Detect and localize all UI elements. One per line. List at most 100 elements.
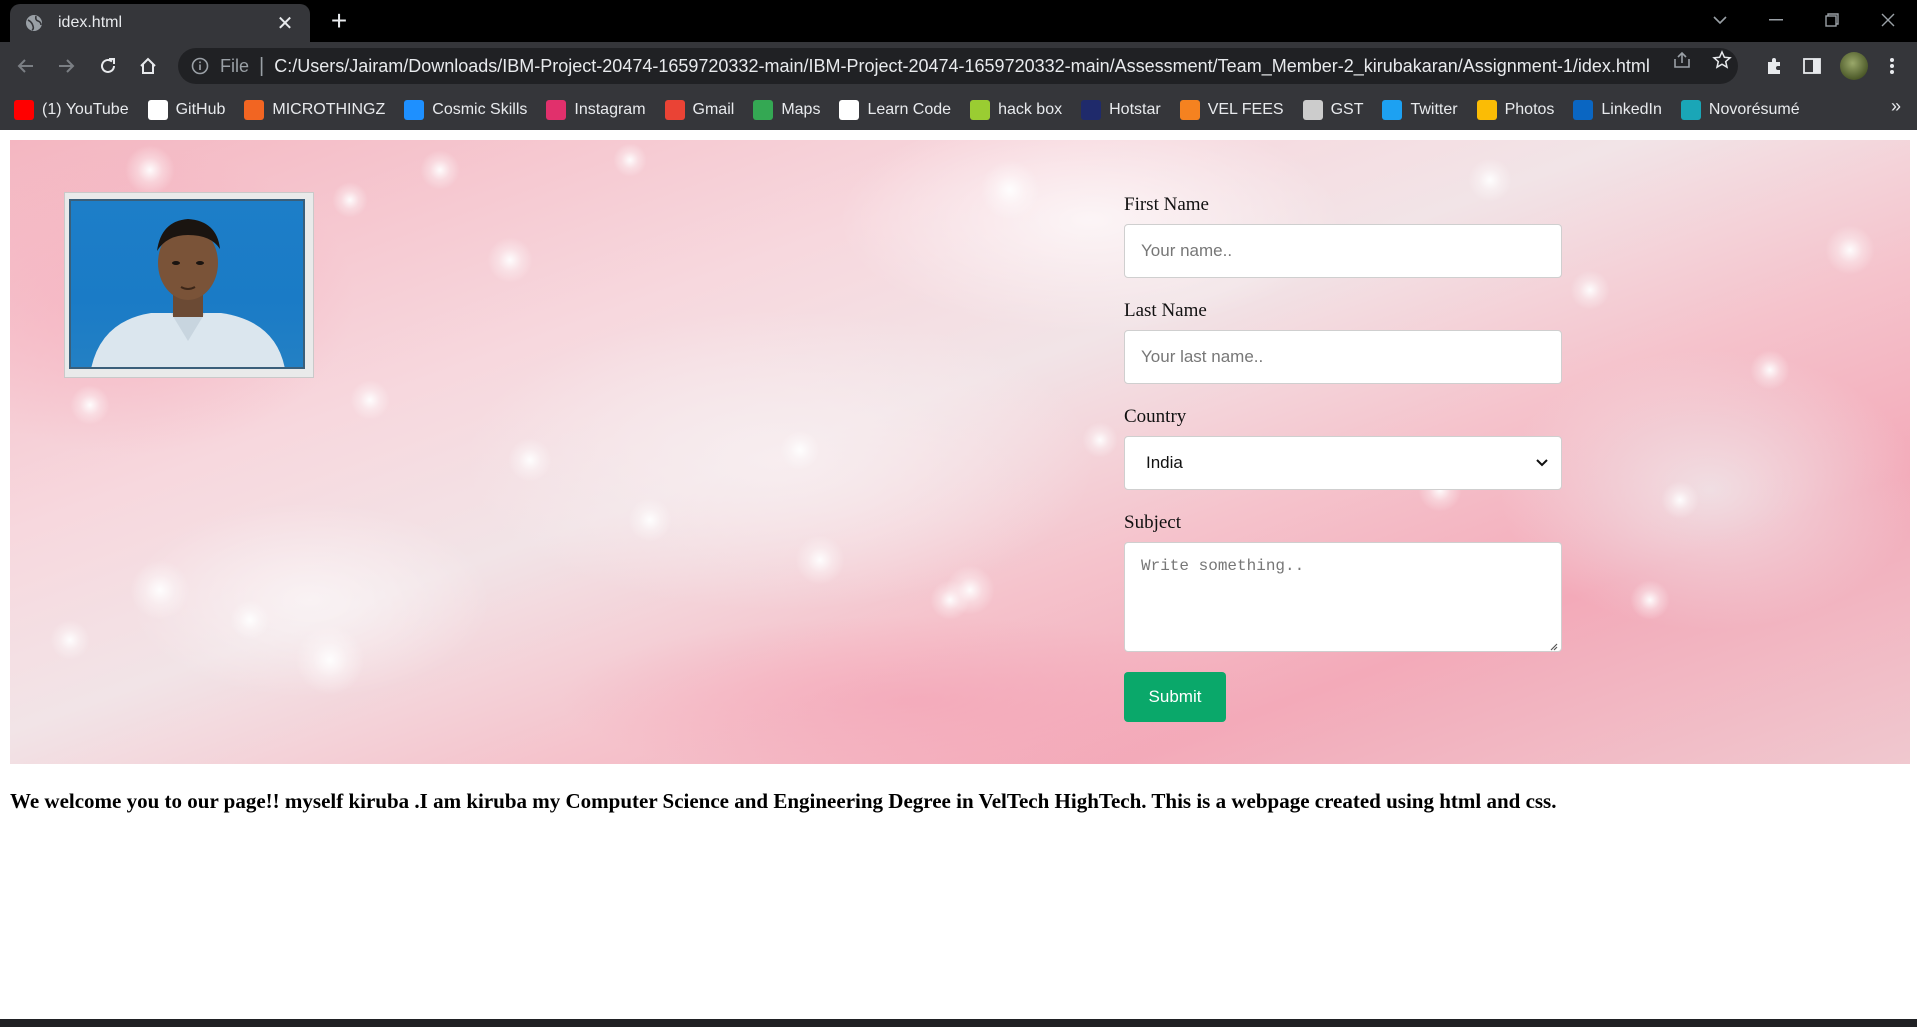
close-tab-icon[interactable]: ✕ [274,11,296,36]
bookmark-item[interactable]: GST [1302,100,1363,120]
github-icon [147,100,168,120]
sparkle-decoration [1082,422,1118,458]
subject-label: Subject [1124,512,1181,533]
sparkle-decoration [70,385,110,425]
gmail-icon [664,100,685,120]
sparkle-decoration [945,565,995,615]
vel-fees-icon [1179,100,1200,120]
back-icon[interactable] [10,50,42,82]
bookmark-item[interactable]: VEL FEES [1179,100,1284,120]
learn-code-icon [839,100,860,120]
subject-textarea[interactable] [1124,542,1562,652]
profile-photo [64,192,314,378]
sparkle-decoration [1630,580,1670,620]
sparkle-decoration [980,160,1040,220]
bookmark-label: Hotstar [1109,101,1161,118]
submit-button[interactable]: Submit [1124,672,1226,722]
bookmark-star-icon[interactable] [1708,50,1736,70]
bookmark-item[interactable]: LinkedIn [1573,100,1662,120]
welcome-text: We welcome you to our page!! myself kiru… [10,789,1557,813]
bookmark-item[interactable]: Hotstar [1081,100,1161,120]
bookmark-label: GitHub [175,101,226,118]
photos-icon [1476,100,1497,120]
sparkle-decoration [332,182,368,218]
profile-avatar[interactable] [1840,52,1868,80]
sparkle-decoration [1825,225,1875,275]
side-panel-icon[interactable] [1796,50,1828,82]
bookmark-item[interactable]: Twitter [1382,100,1458,120]
bookmark-label: MICROTHINGZ [272,101,386,118]
bookmark-label: (1) YouTube [42,101,129,118]
browser-tab[interactable]: idex.html ✕ [10,4,310,42]
tab-strip: idex.html ✕ + [0,0,1917,42]
home-icon[interactable] [132,50,164,82]
novoresume-icon [1680,100,1701,120]
cosmic-skills-icon [404,100,425,120]
more-bookmarks-icon[interactable]: » [1891,96,1901,117]
youtube-icon [14,100,34,120]
bookmark-item[interactable]: Novorésumé [1680,100,1800,120]
bookmark-item[interactable]: Maps [753,100,820,120]
info-icon[interactable] [190,56,210,76]
sparkle-decoration [508,438,552,482]
sparkle-decoration [628,498,672,542]
portrait-image [69,199,305,369]
menu-kebab-icon[interactable] [1876,50,1908,82]
country-select[interactable]: India [1124,436,1562,490]
bookmark-item[interactable]: MICROTHINGZ [244,100,385,120]
close-window-icon[interactable] [1860,0,1916,40]
bookmark-label: VEL FEES [1207,101,1284,118]
linkedin-icon [1573,100,1594,120]
bookmark-label: LinkedIn [1601,101,1662,118]
page-viewport: First Name Last Name Country India Subje… [0,130,1917,1019]
bookmarks-bar: (1) YouTube GitHub MICROTHINGZ Cosmic Skill… [0,90,1917,130]
sparkle-decoration [130,560,190,620]
taskbar-edge [0,1019,1917,1027]
restore-icon[interactable] [1804,0,1860,40]
bookmark-label: Photos [1504,101,1555,118]
reload-icon[interactable] [92,50,124,82]
globe-icon [24,13,44,33]
contact-form: First Name Last Name Country India Subje… [1124,192,1564,722]
bookmark-item[interactable]: Cosmic Skills [404,100,527,120]
bookmark-label: Gmail [692,101,735,118]
instagram-icon [546,100,567,120]
sparkle-decoration [1570,270,1610,310]
last-name-input[interactable] [1124,330,1562,384]
bookmark-item[interactable]: GitHub [147,100,226,120]
bookmark-label: Maps [781,101,821,118]
new-tab-button[interactable]: + [324,6,354,36]
microthingz-icon [244,100,265,120]
forward-icon[interactable] [50,50,82,82]
bookmark-item[interactable]: hack box [970,100,1062,120]
share-icon[interactable] [1668,50,1696,70]
address-bar[interactable]: File | C:/Users/Jairam/Downloads/IBM-Pro… [178,48,1738,84]
subject-wrapper [1124,542,1562,652]
resize-grip-icon[interactable] [1548,638,1558,651]
bookmark-label: Instagram [574,101,646,118]
sparkle-decoration [230,600,270,640]
bookmark-item[interactable]: Instagram [546,100,646,120]
sparkle-decoration [1661,481,1699,519]
sparkle-decoration [295,625,365,695]
sparkle-decoration [350,380,390,420]
extensions-icon[interactable] [1758,50,1790,82]
bookmark-item[interactable]: Gmail [664,100,735,120]
bookmark-label: hack box [998,101,1063,118]
minimize-icon[interactable] [1748,0,1804,40]
url-text[interactable]: C:/Users/Jairam/Downloads/IBM-Project-20… [274,56,1650,77]
first-name-input[interactable] [1124,224,1562,278]
bookmark-item[interactable]: (1) YouTube [14,100,129,120]
tab-search-icon[interactable] [1692,0,1748,40]
gst-icon [1302,100,1323,120]
hotstar-icon [1081,100,1102,120]
sparkle-decoration [1750,350,1790,390]
sparkle-decoration [780,430,820,470]
maps-icon [753,100,774,120]
last-name-label: Last Name [1124,300,1207,321]
chevron-down-icon [1535,453,1549,473]
bookmark-item[interactable]: Photos [1476,100,1555,120]
url-scheme: File [220,55,250,76]
bookmark-item[interactable]: Learn Code [839,100,951,120]
bookmark-label: Cosmic Skills [432,101,528,118]
